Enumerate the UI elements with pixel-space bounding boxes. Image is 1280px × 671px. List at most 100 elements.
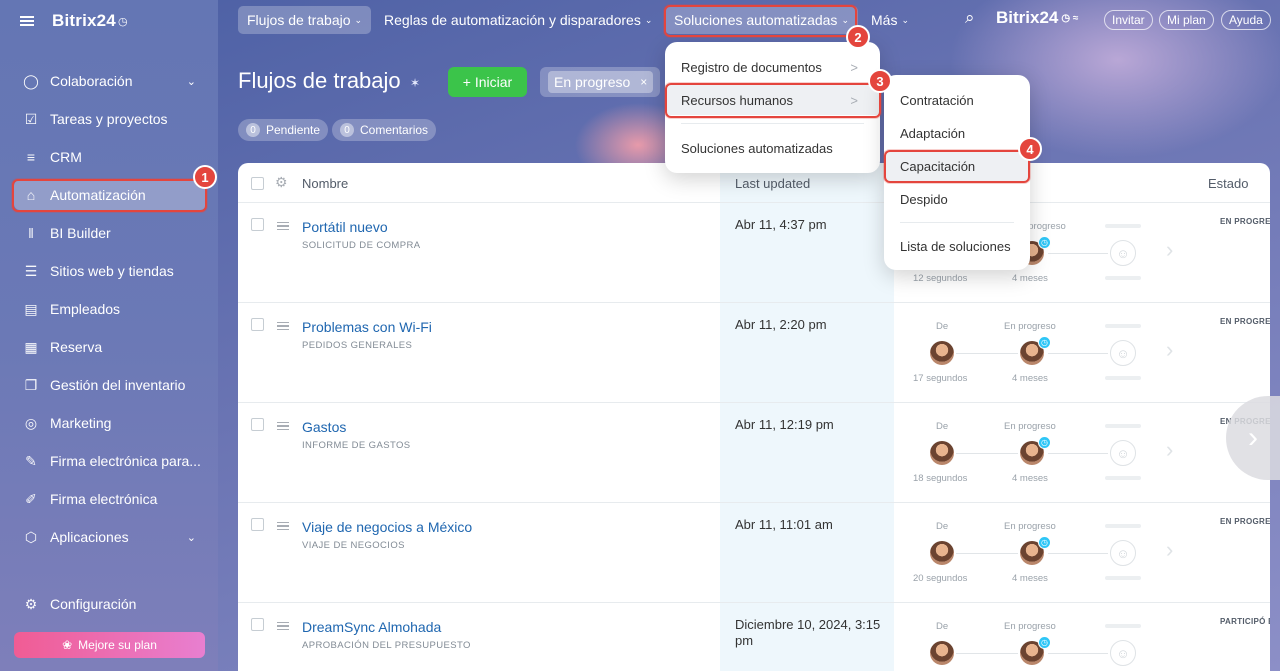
table-row[interactable]: Problemas con Wi-Fi PEDIDOS GENERALES Ab…	[238, 303, 1270, 403]
sidebar-item-label: Firma electrónica	[50, 491, 158, 507]
sidebar-item-firma-para[interactable]: ✎ Firma electrónica para...	[14, 446, 206, 476]
drag-handle-icon[interactable]	[277, 622, 289, 630]
document-sign-icon: ✎	[25, 452, 37, 469]
tab-label: Flujos de trabajo	[247, 12, 351, 28]
filter-input[interactable]: En progreso ×	[540, 67, 660, 97]
upgrade-plan-button[interactable]: ❀ Mejore su plan	[14, 632, 205, 658]
pending-counter[interactable]: 0 Pendiente	[238, 119, 329, 141]
chevron-right-icon: >	[850, 59, 858, 75]
sidebar-item-bi-builder[interactable]: ‖ BI Builder	[14, 218, 206, 248]
progress-line	[956, 553, 1018, 554]
menu-item-despido[interactable]: Despido	[884, 184, 1030, 214]
tab-reglas[interactable]: Reglas de automatización y disparadores ⌄	[375, 6, 661, 34]
person-icon: ☺	[1110, 540, 1136, 566]
column-header-status[interactable]: Estado	[1208, 176, 1248, 191]
row-checkbox[interactable]	[251, 618, 264, 631]
chevron-down-icon[interactable]: ⌄	[187, 531, 196, 544]
drag-handle-icon[interactable]	[277, 322, 289, 330]
clock-icon: ◷	[1038, 236, 1051, 249]
chevron-right-icon[interactable]: ›	[1166, 437, 1173, 463]
chevron-right-icon[interactable]: ›	[1166, 337, 1173, 363]
placeholder-bar	[1105, 324, 1141, 328]
sidebar-item-inventario[interactable]: ❐ Gestión del inventario	[14, 370, 206, 400]
chevron-right-icon[interactable]: ›	[1166, 237, 1173, 263]
menu-item-lista[interactable]: Lista de soluciones	[884, 231, 1030, 261]
sidebar-item-reserva[interactable]: ▦ Reserva	[14, 332, 206, 362]
avatar[interactable]	[930, 341, 954, 365]
row-checkbox[interactable]	[251, 418, 264, 431]
drag-handle-icon[interactable]	[277, 222, 289, 230]
left-sidebar: Bitrix24 ◷ ◯ Colaboración ⌄ ☑ Tareas y proy…	[0, 0, 218, 671]
chevron-down-icon: ⌄	[354, 14, 363, 25]
highlight-recursos-humanos	[665, 83, 881, 118]
row-subtitle: APROBACIÓN DEL PRESUPUESTO	[302, 640, 471, 651]
row-checkbox[interactable]	[251, 318, 264, 331]
menu-item-registro[interactable]: Registro de documentos >	[665, 52, 880, 82]
table-row[interactable]: Portátil nuevo SOLICITUD DE COMPRA Abr 1…	[238, 203, 1270, 303]
row-checkbox[interactable]	[251, 218, 264, 231]
gear-icon[interactable]: ⚙	[275, 174, 288, 191]
row-subtitle: INFORME DE GASTOS	[302, 440, 411, 451]
chevron-right-icon[interactable]: ›	[1166, 537, 1173, 563]
menu-divider	[681, 123, 864, 124]
tab-mas[interactable]: Más ⌄	[862, 6, 918, 34]
brand-name[interactable]: Bitrix24	[52, 11, 116, 31]
row-title[interactable]: Portátil nuevo	[302, 219, 388, 235]
rocket-icon: ❀	[62, 638, 73, 652]
drag-handle-icon[interactable]	[277, 422, 289, 430]
sidebar-item-marketing[interactable]: ◎ Marketing	[14, 408, 206, 438]
gear-icon: ⚙	[24, 595, 38, 612]
sidebar-item-crm[interactable]: ≡ CRM	[14, 142, 206, 172]
filter-chip[interactable]: En progreso ×	[548, 71, 654, 93]
sidebar-item-label: Marketing	[50, 415, 112, 431]
table-row[interactable]: Viaje de negocios a México VIAJE DE NEGO…	[238, 503, 1270, 603]
clock-icon: ◷	[1038, 436, 1051, 449]
column-header-name[interactable]: Nombre	[302, 176, 348, 191]
header-brand[interactable]: Bitrix24 ◷ ≈	[996, 8, 1078, 28]
search-icon[interactable]: ⌕	[965, 8, 975, 28]
sidebar-item-sitios-web[interactable]: ☰ Sitios web y tiendas	[14, 256, 206, 286]
invite-button[interactable]: Invitar	[1104, 10, 1153, 30]
sidebar-item-aplicaciones[interactable]: ⬡ Aplicaciones ⌄	[14, 522, 206, 552]
row-title[interactable]: Viaje de negocios a México	[302, 519, 472, 535]
clock-icon: ◷	[1038, 536, 1051, 549]
calendar-icon: ▦	[24, 338, 38, 355]
close-icon[interactable]: ×	[640, 75, 647, 89]
in-progress-label: En progreso	[1004, 521, 1056, 532]
inventory-icon: ❐	[24, 376, 38, 393]
target-icon: ◎	[24, 414, 38, 431]
menu-icon[interactable]	[20, 16, 34, 26]
employees-icon: ▤	[24, 300, 38, 317]
comments-counter[interactable]: 0 Comentarios	[332, 119, 437, 141]
start-button[interactable]: + Iniciar	[448, 67, 527, 97]
tab-flujos[interactable]: Flujos de trabajo ⌄	[238, 6, 372, 34]
row-title[interactable]: DreamSync Almohada	[302, 619, 441, 635]
menu-item-soluciones[interactable]: Soluciones automatizadas	[665, 133, 880, 163]
row-title[interactable]: Gastos	[302, 419, 346, 435]
sidebar-item-tareas[interactable]: ☑ Tareas y proyectos	[14, 104, 206, 134]
chevron-down-icon[interactable]: ⌄	[187, 75, 196, 88]
avatar[interactable]	[930, 541, 954, 565]
sidebar-item-firma[interactable]: ✐ Firma electrónica	[14, 484, 206, 514]
table-row[interactable]: DreamSync Almohada APROBACIÓN DEL PRESUP…	[238, 603, 1270, 671]
sidebar-item-empleados[interactable]: ▤ Empleados	[14, 294, 206, 324]
menu-item-adaptacion[interactable]: Adaptación	[884, 118, 1030, 148]
sidebar-item-configuracion[interactable]: ⚙ Configuración	[14, 589, 206, 619]
placeholder-bar	[1105, 576, 1141, 580]
avatar[interactable]	[930, 441, 954, 465]
column-header-updated[interactable]: Last updated	[735, 176, 810, 191]
sidebar-item-label: Gestión del inventario	[50, 377, 186, 393]
row-date: Diciembre 10, 2024, 3:15 pm	[735, 617, 881, 648]
help-button[interactable]: Ayuda	[1221, 10, 1271, 30]
row-checkbox[interactable]	[251, 518, 264, 531]
pin-icon[interactable]: ✶	[410, 76, 420, 90]
menu-item-contratacion[interactable]: Contratación	[884, 85, 1030, 115]
select-all-checkbox[interactable]	[251, 177, 264, 190]
drag-handle-icon[interactable]	[277, 522, 289, 530]
sidebar-item-colaboracion[interactable]: ◯ Colaboración ⌄	[14, 66, 206, 96]
step-badge-2: 2	[846, 25, 870, 49]
avatar[interactable]	[930, 641, 954, 665]
table-row[interactable]: Gastos INFORME DE GASTOS Abr 11, 12:19 p…	[238, 403, 1270, 503]
row-title[interactable]: Problemas con Wi-Fi	[302, 319, 432, 335]
my-plan-button[interactable]: Mi plan	[1159, 10, 1214, 30]
